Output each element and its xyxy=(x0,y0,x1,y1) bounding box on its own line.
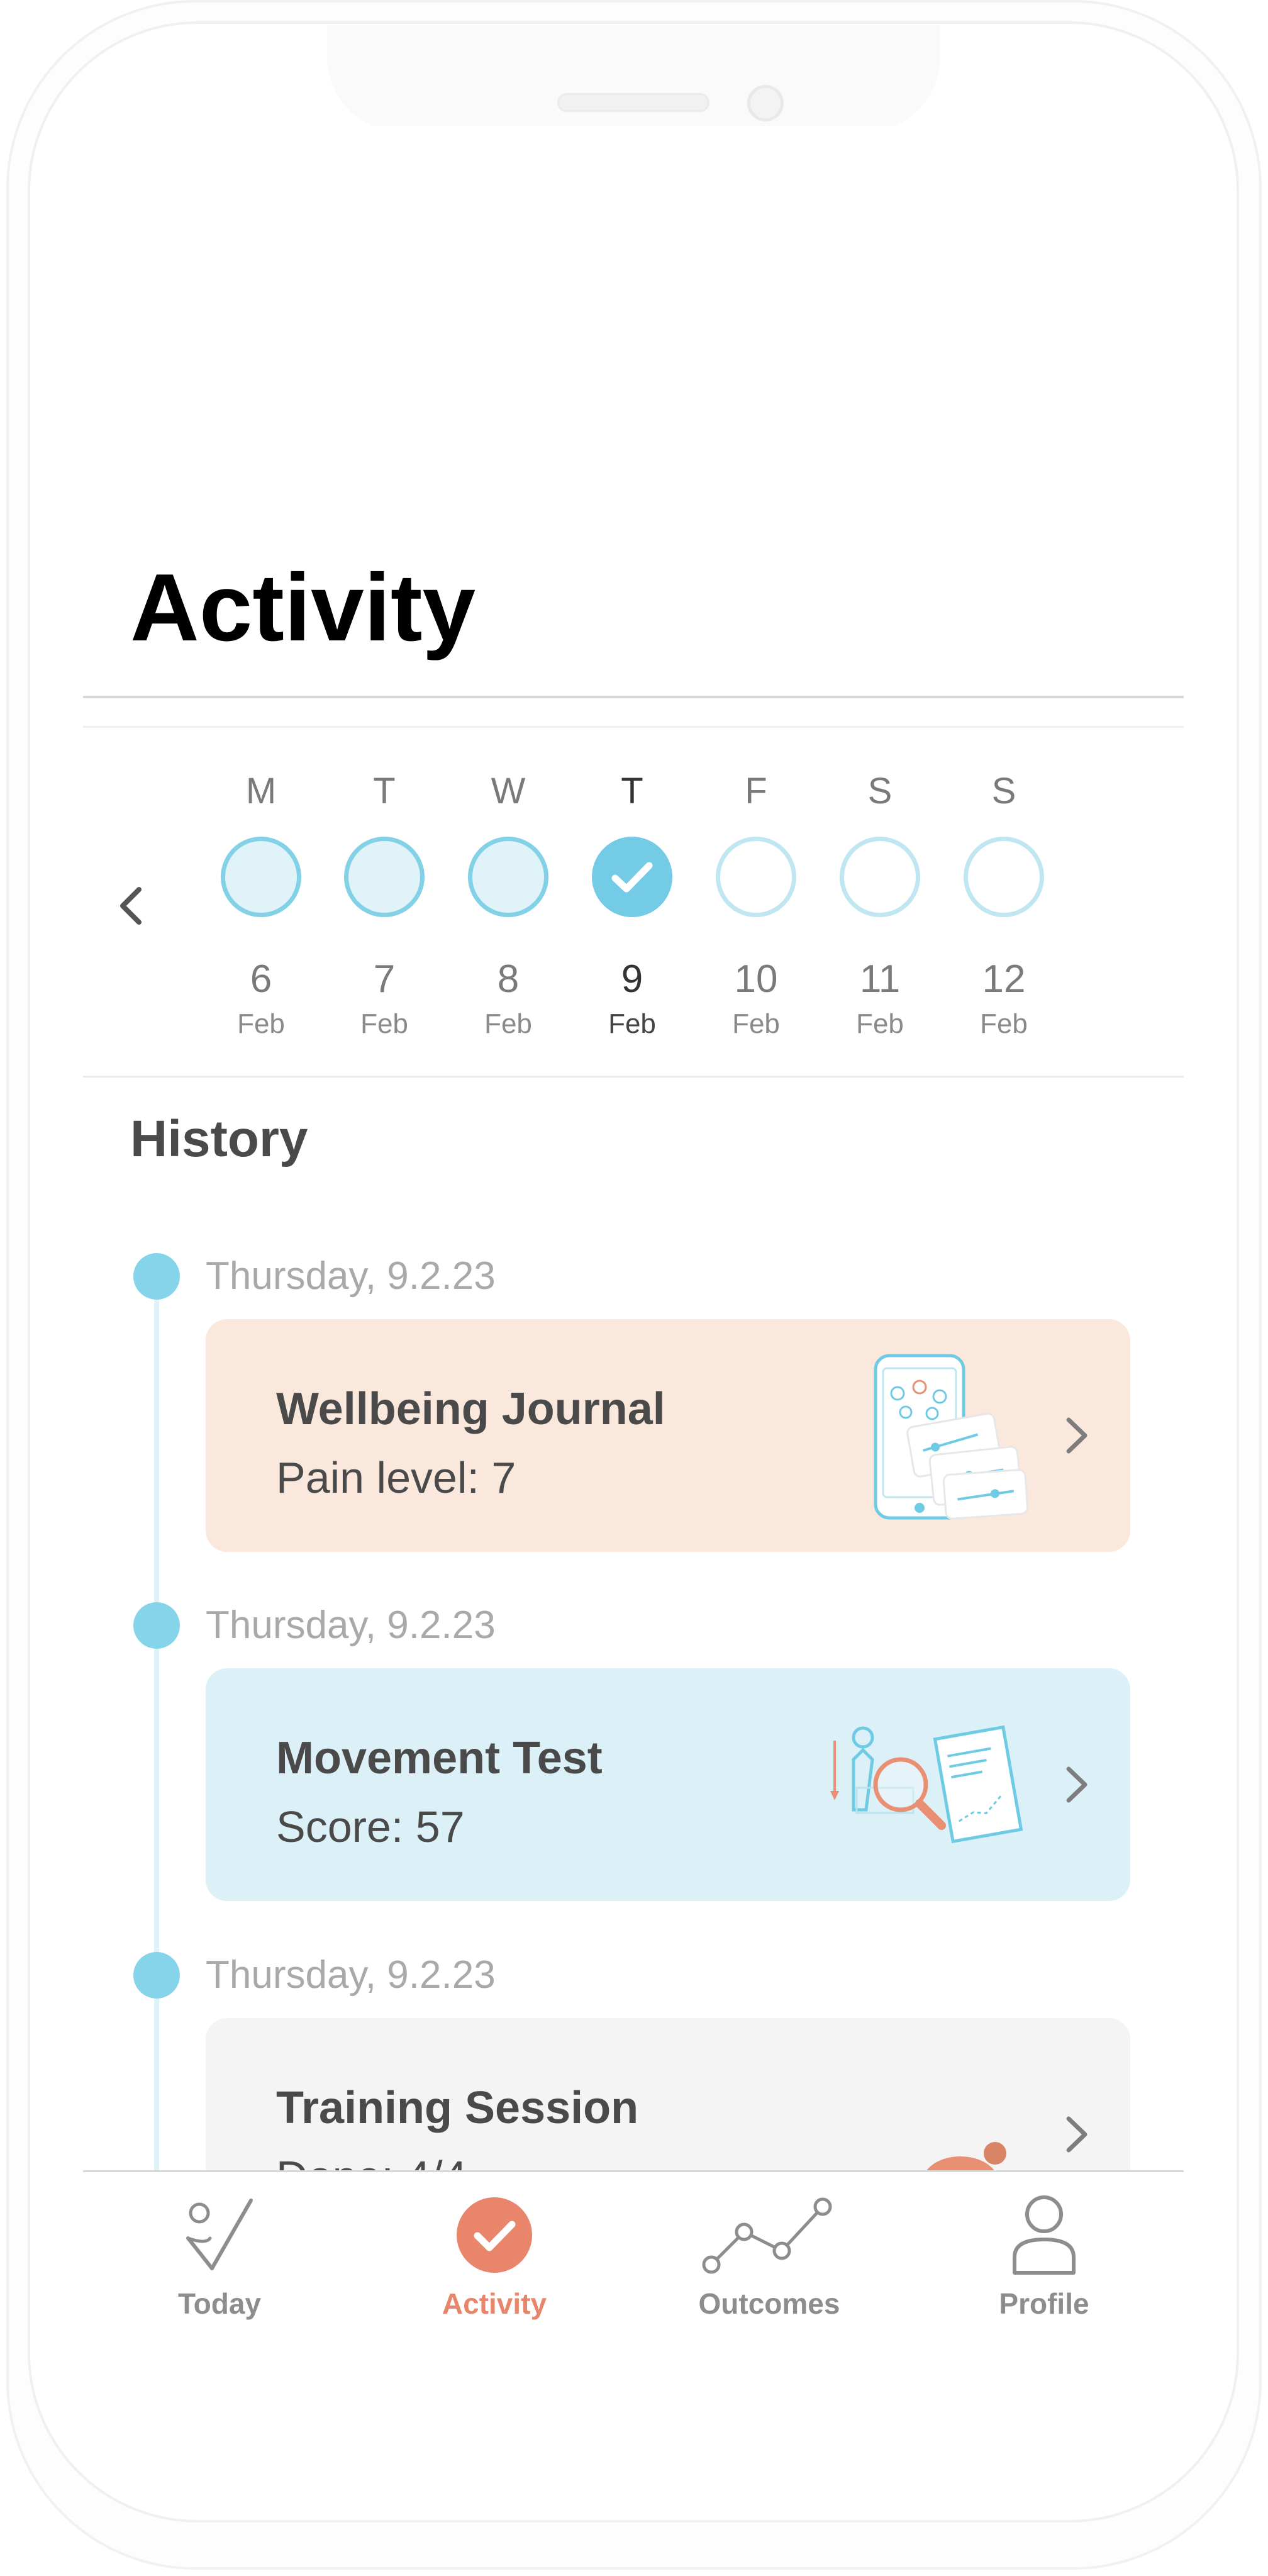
speaker-grille xyxy=(557,93,709,112)
week-day-sat[interactable]: S 11 Feb xyxy=(830,767,930,1057)
day-month: Feb xyxy=(360,1008,408,1039)
day-number: 12 xyxy=(982,957,1026,1001)
day-letter: S xyxy=(867,771,893,811)
app-screen: Activity M 6 Feb T 7 Feb W 8 Feb T 9 Feb… xyxy=(83,126,1184,2353)
page: Activity M 6 Feb T 7 Feb W 8 Feb T 9 Feb… xyxy=(0,0,1268,2576)
day-status-circle xyxy=(964,837,1044,917)
day-month: Feb xyxy=(484,1008,532,1039)
entry-date: Thursday, 9.2.23 xyxy=(206,1254,496,1298)
day-letter: F xyxy=(745,771,767,811)
day-letter: W xyxy=(491,771,526,811)
day-number: 6 xyxy=(250,957,272,1001)
day-status-circle xyxy=(592,837,672,917)
day-status-circle xyxy=(716,837,796,917)
day-status-circle xyxy=(468,837,548,917)
entry-date: Thursday, 9.2.23 xyxy=(206,1953,496,1997)
tab-label: Activity xyxy=(442,2287,547,2320)
bottom-tab-bar: Today Activity Outcomes Profile xyxy=(83,2170,1184,2353)
outcomes-line-icon xyxy=(700,2191,838,2279)
tab-activity[interactable]: Activity xyxy=(400,2185,589,2329)
chevron-left-icon xyxy=(120,887,142,925)
card-subtitle: Score: 57 xyxy=(276,1802,465,1851)
day-month: Feb xyxy=(980,1008,1028,1039)
history-heading: History xyxy=(130,1110,308,1168)
card-subtitle: Pain level: 7 xyxy=(276,1453,516,1502)
profile-person-icon xyxy=(975,2191,1113,2279)
movement-test-card[interactable]: Movement Test Score: 57 xyxy=(206,1668,1130,1901)
week-day-fri[interactable]: F 10 Feb xyxy=(706,767,806,1057)
tab-today[interactable]: Today xyxy=(125,2185,314,2329)
week-top-divider xyxy=(83,726,1184,728)
phone-journal-illustration xyxy=(874,1354,1029,1520)
chevron-right-icon xyxy=(1066,1417,1087,1454)
front-camera xyxy=(747,85,784,121)
wellbeing-journal-card[interactable]: Wellbeing Journal Pain level: 7 xyxy=(206,1319,1130,1552)
tab-outcomes[interactable]: Outcomes xyxy=(675,2185,864,2329)
day-letter: S xyxy=(991,771,1016,811)
timeline-dot xyxy=(133,1602,180,1649)
chevron-right-icon xyxy=(1066,1766,1087,1803)
day-status-circle xyxy=(840,837,920,917)
phone-notch xyxy=(327,25,940,132)
chevron-right-icon xyxy=(1066,2116,1087,2153)
timeline-dot xyxy=(133,1253,180,1300)
tab-label: Outcomes xyxy=(698,2287,840,2320)
previous-week-button[interactable] xyxy=(108,878,152,934)
checkmark-icon xyxy=(611,862,653,893)
day-letter: M xyxy=(245,771,277,811)
day-month: Feb xyxy=(237,1008,285,1039)
day-number: 7 xyxy=(373,957,396,1001)
page-title: Activity xyxy=(130,554,476,661)
day-month: Feb xyxy=(856,1008,904,1039)
day-letter: T xyxy=(621,771,643,811)
card-title: Movement Test xyxy=(276,1733,603,1783)
week-day-tue[interactable]: T 7 Feb xyxy=(334,767,435,1057)
timeline-dot xyxy=(133,1952,180,1999)
day-status-circle xyxy=(344,837,425,917)
week-day-wed[interactable]: W 8 Feb xyxy=(458,767,559,1057)
day-month: Feb xyxy=(732,1008,780,1039)
header-divider xyxy=(83,696,1184,698)
card-title: Wellbeing Journal xyxy=(276,1384,665,1434)
entry-date: Thursday, 9.2.23 xyxy=(206,1603,496,1647)
movement-test-illustration xyxy=(830,1725,1023,1844)
day-letter: T xyxy=(373,771,396,811)
tab-label: Profile xyxy=(999,2287,1089,2320)
week-bottom-divider xyxy=(83,1076,1184,1078)
day-number: 10 xyxy=(734,957,778,1001)
day-number: 11 xyxy=(859,957,901,1001)
day-number: 8 xyxy=(497,957,520,1001)
day-month: Feb xyxy=(608,1008,656,1039)
day-status-circle xyxy=(221,837,301,917)
activity-check-icon xyxy=(425,2191,564,2279)
week-day-mon[interactable]: M 6 Feb xyxy=(211,767,311,1057)
card-title: Training Session xyxy=(276,2083,639,2133)
tab-profile[interactable]: Profile xyxy=(950,2185,1138,2329)
week-day-thu-selected[interactable]: T 9 Feb xyxy=(582,767,682,1057)
tab-label: Today xyxy=(177,2287,262,2320)
today-check-icon xyxy=(150,2191,289,2279)
day-number: 9 xyxy=(621,957,643,1001)
week-day-sun[interactable]: S 12 Feb xyxy=(954,767,1054,1057)
